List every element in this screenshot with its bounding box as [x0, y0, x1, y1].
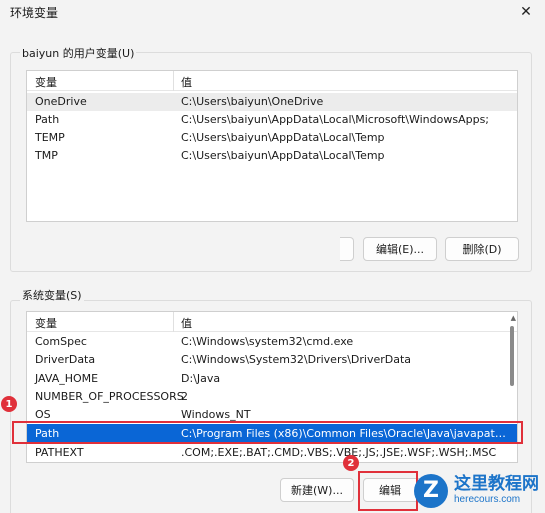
system-list-header: 变量 值 [27, 312, 517, 332]
user-delete-button[interactable]: 删除(D) [445, 237, 519, 261]
user-new-button-partial[interactable] [340, 237, 354, 261]
system-variables-label: 系统变量(S) [20, 287, 84, 303]
column-header-variable[interactable]: 变量 [35, 74, 57, 90]
column-header-variable[interactable]: 变量 [35, 315, 57, 331]
watermark: Z 这里教程网 herecours.com [410, 468, 545, 513]
close-icon: ✕ [520, 4, 532, 20]
path-row-highlight [12, 421, 523, 444]
user-edit-button[interactable]: 编辑(E)... [363, 237, 437, 261]
column-separator[interactable] [173, 71, 174, 91]
table-row[interactable]: ComSpec C:\Windows\system32\cmd.exe [27, 333, 517, 351]
title-bar: 环境变量 ✕ [0, 0, 545, 24]
table-row[interactable]: Path C:\Users\baiyun\AppData\Local\Micro… [27, 111, 517, 129]
annotation-badge-2: 2 [343, 455, 359, 471]
watermark-url: herecours.com [454, 494, 521, 505]
table-row[interactable]: DriverData C:\Windows\System32\Drivers\D… [27, 351, 517, 369]
window-title: 环境变量 [10, 6, 59, 20]
vertical-scrollbar[interactable] [510, 326, 514, 386]
close-button[interactable]: ✕ [513, 2, 539, 22]
system-new-button[interactable]: 新建(W)... [280, 478, 354, 502]
column-header-value[interactable]: 值 [181, 74, 192, 90]
table-row[interactable]: NUMBER_OF_PROCESSORS 2 [27, 388, 517, 406]
annotation-badge-1: 1 [1, 396, 17, 412]
table-row[interactable]: TEMP C:\Users\baiyun\AppData\Local\Temp [27, 129, 517, 147]
watermark-name: 这里教程网 [454, 474, 539, 494]
table-row[interactable]: JAVA_HOME D:\Java [27, 370, 517, 388]
column-header-value[interactable]: 值 [181, 315, 192, 331]
column-separator[interactable] [173, 312, 174, 332]
table-row[interactable]: PATHEXT .COM;.EXE;.BAT;.CMD;.VBS;.VBE;.J… [27, 444, 517, 462]
edit-button-highlight [358, 471, 418, 511]
table-row[interactable]: OneDrive C:\Users\baiyun\OneDrive [27, 93, 517, 111]
user-variables-label: baiyun 的用户变量(U) [20, 45, 137, 61]
user-variables-list[interactable]: 变量 值 OneDrive C:\Users\baiyun\OneDrive P… [26, 70, 518, 222]
user-list-header: 变量 值 [27, 71, 517, 91]
watermark-logo-icon: Z [414, 473, 448, 508]
table-row[interactable]: TMP C:\Users\baiyun\AppData\Local\Temp [27, 147, 517, 165]
scroll-up-icon[interactable]: ▲ [511, 314, 516, 322]
